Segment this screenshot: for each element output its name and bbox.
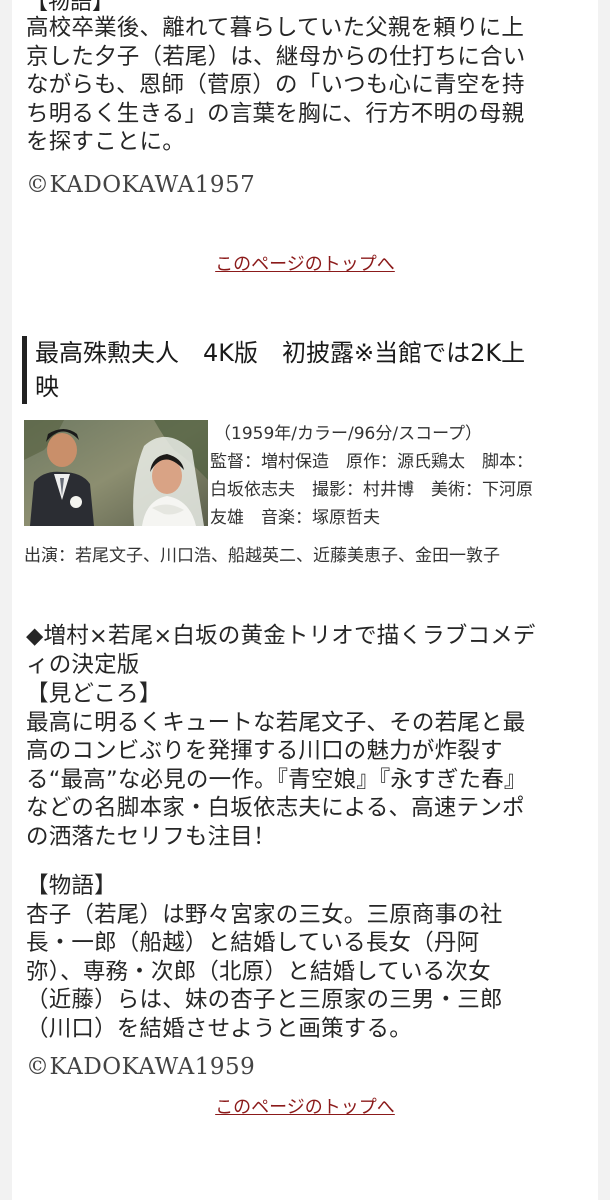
prev-copyright: ©KADOKAWA1957 xyxy=(26,172,256,198)
tagline-line: ィの決定版 xyxy=(26,651,140,678)
film-specs: （1959年/カラー/96分/スコープ） xyxy=(214,424,483,444)
film-credits-line: 監督：増村保造 原作：源氏鶏太 脚本： xyxy=(210,452,533,472)
prev-synopsis-line: ち明るく生きる」の言葉を胸に、行方不明の母親 xyxy=(26,100,525,127)
film-tagline: ◆増村×若尾×白坂の黄金トリオで描くラブコメデ ィの決定版 xyxy=(26,622,592,679)
film-info: （1959年/カラー/96分/スコープ） 監督：増村保造 原作：源氏鶏太 脚本：… xyxy=(210,420,596,532)
story-line: （近藤）らは、妹の杏子と三原家の三男・三郎 xyxy=(26,987,503,1013)
back-to-top-link[interactable]: このページのトップへ xyxy=(12,253,598,277)
highlights-line: る“最高”な必見の一作。『青空娘』『永すぎた春』 xyxy=(26,766,527,793)
back-to-top-link[interactable]: このページのトップへ xyxy=(12,1096,598,1120)
wedding-still-image xyxy=(24,420,208,526)
prev-synopsis-line: ながらも、恩師（菅原）の「いつも心に青空を持 xyxy=(26,72,525,98)
prev-synopsis: 高校卒業後、離れて暮らしていた父親を頼りに上 京した夕子（若尾）は、継母からの仕… xyxy=(26,14,592,157)
prev-synopsis-line: 高校卒業後、離れて暮らしていた父親を頼りに上 xyxy=(26,15,525,41)
film-cast: 出演：若尾文子、川口浩、船越英二、近藤美恵子、金田一敦子 xyxy=(24,546,500,566)
story-line: 杏子（若尾）は野々宮家の三女。三原商事の社 xyxy=(26,901,503,928)
film-title-line: 映 xyxy=(35,373,59,401)
page-content: 【物語】 高校卒業後、離れて暮らしていた父親を頼りに上 京した夕子（若尾）は、継… xyxy=(12,0,598,1200)
story-line: （川口）を結婚させようと画策する。 xyxy=(26,1015,412,1042)
film-copyright: ©KADOKAWA1959 xyxy=(26,1054,256,1080)
prev-synopsis-line: を探すことに。 xyxy=(26,129,185,155)
story-line: 長・一郎（船越）と結婚している長女（丹阿 xyxy=(26,930,480,956)
highlights-line: 高のコンビぶりを発揮する川口の魅力が炸裂す xyxy=(26,738,503,764)
highlights-line: などの名脚本家・白坂依志夫による、高速テンポ xyxy=(26,795,525,821)
film-credits-line: 白坂依志夫 撮影：村井博 美術：下河原 xyxy=(210,480,533,500)
film-highlights: 【見どころ】 最高に明るくキュートな若尾文子、その若尾と最 高のコンビぶりを発揮… xyxy=(26,680,592,851)
film-title: 最高殊勲夫人 4K版 初披露※当館では2K上 映 xyxy=(22,336,594,404)
highlights-line: 最高に明るくキュートな若尾文子、その若尾と最 xyxy=(26,709,526,736)
highlights-line: の洒落たセリフも注目！ xyxy=(26,823,276,850)
tagline-line: ◆増村×若尾×白坂の黄金トリオで描くラブコメデ xyxy=(26,623,536,649)
film-credits-line: 友雄 音楽：塚原哲夫 xyxy=(210,508,380,528)
prev-synopsis-line: 京した夕子（若尾）は、継母からの仕打ちに合い xyxy=(26,43,526,70)
story-line: 弥）、専務・次郎（北原）と結婚している次女 xyxy=(26,958,491,985)
film-title-line: 最高殊勲夫人 4K版 初披露※当館では2K上 xyxy=(35,339,526,367)
highlights-label: 【見どころ】 xyxy=(26,681,162,707)
film-story: 【物語】 杏子（若尾）は野々宮家の三女。三原商事の社 長・一郎（船越）と結婚して… xyxy=(26,872,592,1043)
story-label: 【物語】 xyxy=(26,873,117,899)
